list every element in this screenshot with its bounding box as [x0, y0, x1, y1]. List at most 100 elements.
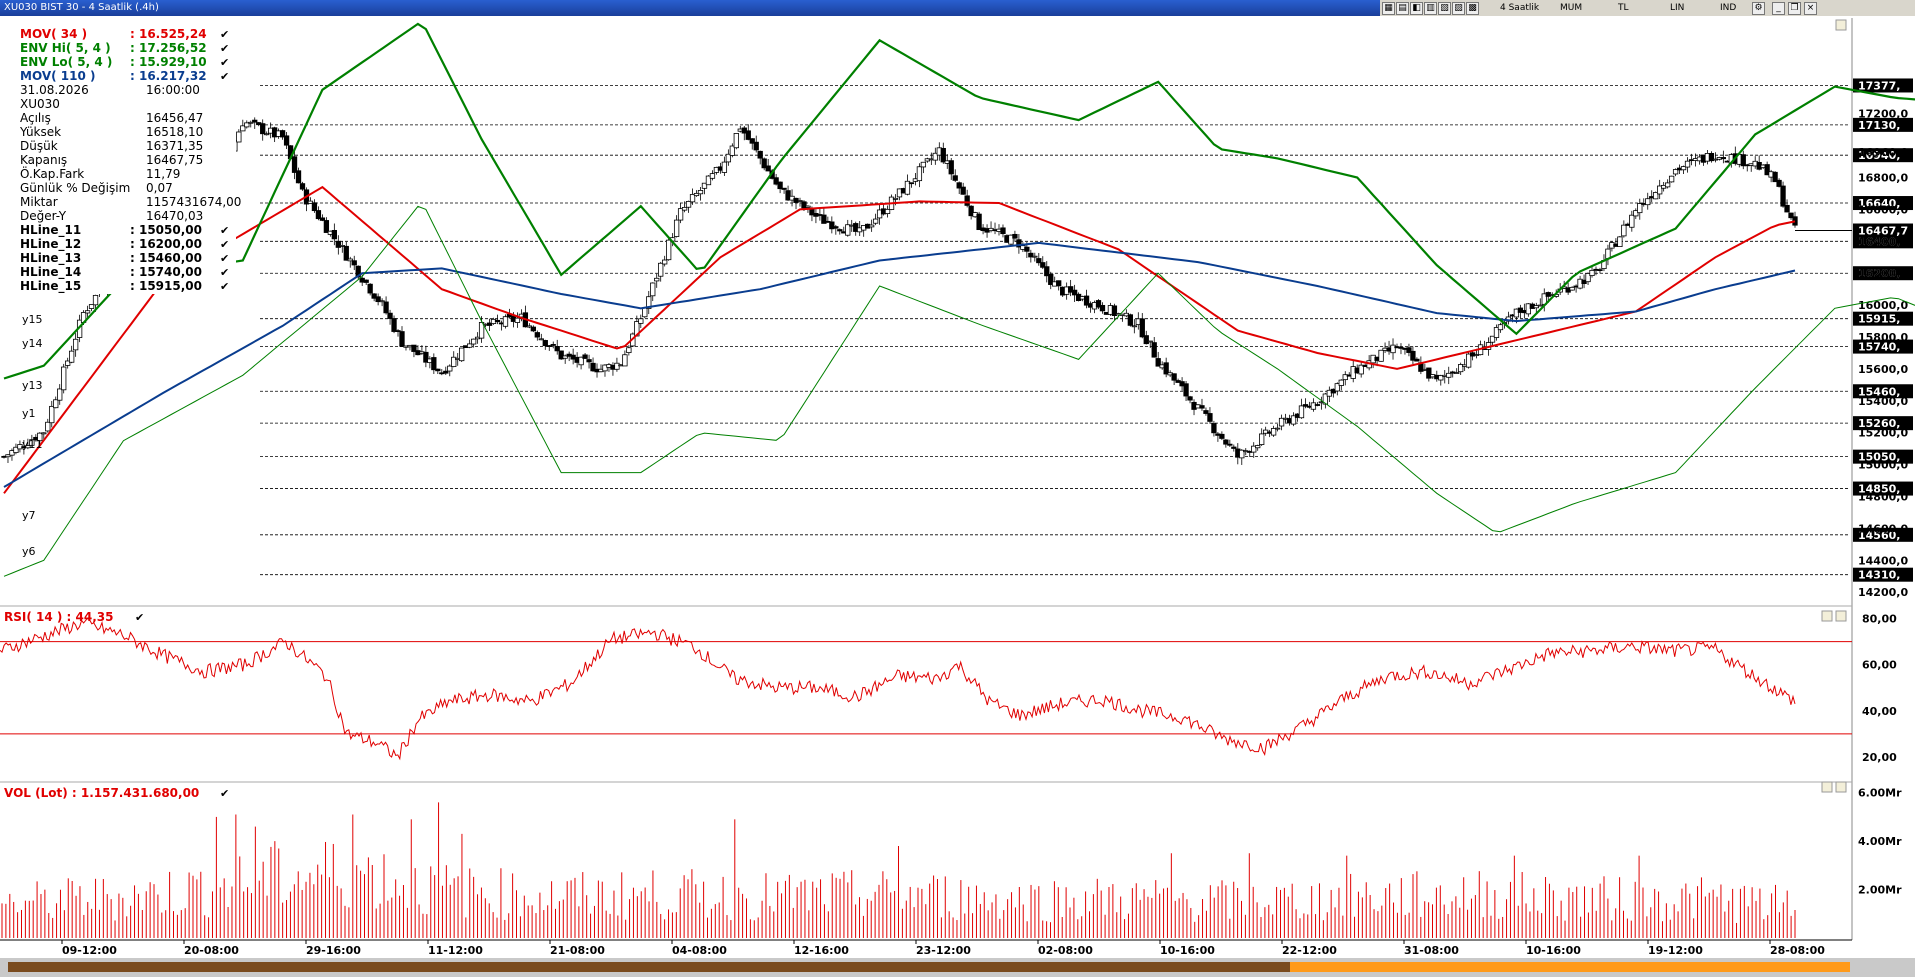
candle-body	[673, 219, 680, 237]
restore-icon[interactable]: ❐	[1788, 2, 1801, 15]
candle-body	[622, 354, 628, 367]
hline-info-label: HLine_14	[20, 265, 81, 280]
info-field-value: 16371,35	[146, 139, 203, 153]
candle-body	[1056, 280, 1062, 287]
scale-selector[interactable]: LIN	[1670, 0, 1684, 16]
candle-body	[833, 226, 839, 229]
volume-pane[interactable]: VOL (Lot) : 1.157.431.680,00 6.00Mr 4.00Mr…	[0, 610, 1902, 938]
volume-y-tick: 4.00Mr	[1858, 835, 1902, 848]
volume-y-tick: 2.00Mr	[1858, 884, 1902, 897]
candle-body	[916, 166, 923, 182]
minimize-icon[interactable]: _	[1772, 2, 1785, 15]
candle-body	[1203, 410, 1209, 414]
candle-body	[387, 312, 393, 319]
check-icon: ✔	[220, 252, 229, 265]
toolbar-icon-5[interactable]: ▧	[1438, 2, 1451, 15]
x-tick-label: 10-16:00	[1526, 944, 1581, 957]
settings-icon[interactable]: ⚙	[1752, 2, 1765, 15]
toolbar-icon-4[interactable]: ▥	[1424, 2, 1437, 15]
pane-close-icon	[1835, 610, 1847, 622]
x-tick-label: 22-12:00	[1282, 944, 1337, 957]
candle-body	[538, 338, 544, 341]
candle-body	[435, 368, 441, 372]
candle-body	[1199, 405, 1205, 409]
candle-body	[976, 213, 982, 231]
hline-info-value: : 15050,00	[130, 223, 202, 237]
volume-title: VOL (Lot) : 1.157.431.680,00	[4, 786, 199, 800]
candle-body	[757, 150, 763, 159]
indicator-value: : 17.256,52	[130, 41, 207, 55]
currency-selector[interactable]: TL	[1618, 0, 1629, 16]
pivot-marker: y15	[22, 313, 43, 326]
candle-body	[777, 181, 783, 190]
candle-body	[658, 262, 664, 277]
candle-body	[283, 135, 290, 146]
toolbar-icon-1[interactable]: ▦	[1382, 2, 1395, 15]
candle-body	[721, 161, 728, 173]
rsi-y-tick: 20,00	[1862, 751, 1897, 764]
pivot-marker: y7	[22, 509, 36, 522]
candle-body	[1024, 246, 1030, 252]
check-icon: ✔	[220, 56, 229, 69]
hline-label: 17377,	[1858, 79, 1900, 92]
candle-body	[868, 224, 875, 228]
toolbar-icon-6[interactable]: ▨	[1452, 2, 1465, 15]
toolbar-icon-7[interactable]: ▩	[1466, 2, 1479, 15]
candle-body	[940, 147, 946, 163]
x-tick-label: 29-16:00	[306, 944, 361, 957]
indicator-label: ENV Lo( 5, 4 )	[20, 55, 112, 69]
candle-body	[586, 359, 592, 363]
period-selector[interactable]: 4 Saatlik	[1500, 0, 1539, 16]
check-icon: ✔	[220, 70, 229, 83]
chart-type-selector[interactable]: MUM	[1560, 0, 1582, 16]
candle-body	[323, 220, 330, 233]
indicator-label: MOV( 110 )	[20, 69, 95, 83]
candle-body	[291, 156, 298, 173]
hline-info-label: HLine_11	[20, 223, 81, 238]
candle-body	[41, 432, 47, 435]
candle-body	[1227, 443, 1233, 446]
scrollbar-thumb[interactable]	[1290, 962, 1850, 972]
price-y-tick: 15000,0	[1858, 459, 1908, 472]
rsi-pane[interactable]: RSI( 14 ) : 44,35 80,00 60,00 40,00 20,00	[0, 605, 1897, 764]
price-y-tick: 14200,0	[1858, 586, 1908, 599]
info-field-label: Kapanış	[20, 153, 67, 167]
price-pane[interactable]: 17377,17130,16940,16640,16400,16200,1591…	[0, 18, 1915, 940]
candle-body	[1223, 439, 1229, 445]
candle-body	[1231, 446, 1237, 449]
candle-body	[1720, 157, 1727, 160]
pivot-marker: y13	[22, 379, 43, 392]
candle-body	[1143, 335, 1149, 345]
candle-body	[299, 183, 306, 190]
candle-body	[1219, 433, 1225, 439]
info-field-value: 16470,03	[146, 209, 203, 223]
indicator-value: : 16.525,24	[130, 27, 207, 41]
info-field-value: 1157431674,00	[146, 195, 241, 209]
candle-body	[1784, 204, 1790, 213]
check-icon: ✔	[220, 42, 229, 55]
candle-body	[45, 421, 51, 432]
toolbar-icon-2[interactable]: ▤	[1396, 2, 1409, 15]
price-y-tick: 15600,0	[1858, 363, 1908, 376]
toolbar-icon-3[interactable]: ◧	[1410, 2, 1423, 15]
candle-body	[1099, 304, 1106, 312]
candle-body	[1255, 445, 1261, 449]
horizontal-scrollbar[interactable]	[0, 958, 1915, 977]
candle-body	[733, 133, 739, 149]
candle-body	[1187, 396, 1193, 401]
indicator-selector[interactable]: IND	[1720, 0, 1736, 16]
close-icon[interactable]: ×	[1804, 2, 1817, 15]
candle-body	[654, 277, 660, 282]
candle-body	[260, 123, 266, 135]
candle-body	[236, 131, 242, 143]
candle-body	[582, 354, 588, 359]
candle-body	[1740, 154, 1746, 167]
chart-area[interactable]: 17377,17130,16940,16640,16400,16200,1591…	[0, 16, 1915, 958]
candle-body	[1537, 304, 1543, 307]
candle-body	[57, 388, 63, 401]
candle-body	[1183, 383, 1189, 397]
candle-body	[315, 210, 322, 220]
candle-body	[1569, 286, 1575, 291]
price-y-tick: 16600,0	[1858, 203, 1908, 216]
candle-body	[952, 175, 958, 181]
